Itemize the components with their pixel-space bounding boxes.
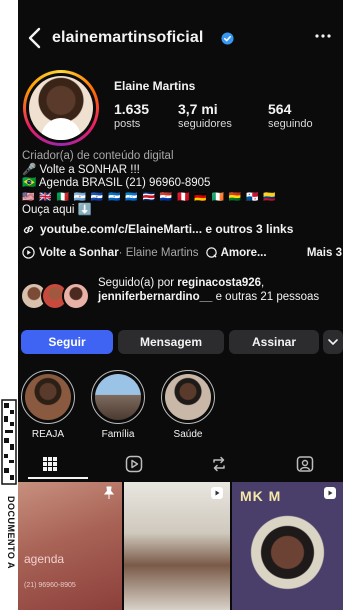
watermark-text: DOCUMENTO A [6,496,16,569]
stat-following-value: 564 [268,101,292,117]
verified-badge-icon [221,32,234,45]
reels-icon [211,487,223,499]
highlight-label: Família [101,429,135,440]
highlight-label: REAJA [31,429,65,440]
post-overlay-phone: (21) 96960-8905 [24,582,76,589]
followed-by-text: Seguido(a) por reginacosta926, jenniferb… [98,276,338,304]
top-bar: elainemartinsoficial [18,22,343,54]
bio-link[interactable]: youtube.com/c/ElaineMarti... e outros 3 … [22,222,293,236]
highlight-cover [25,374,71,420]
followed-prefix: Seguido(a) por [98,277,178,289]
highlight-label: Saúde [173,429,203,440]
qr-code-icon [1,399,17,485]
stat-followers-label: seguidores [178,118,232,130]
stat-followers[interactable]: 3,7 mi seguidores [178,101,232,130]
chevron-left-icon[interactable] [24,25,48,51]
profile-name: Elaine Martins [114,79,196,93]
profile-tabs [18,448,343,480]
grid-icon[interactable] [40,454,60,474]
message-button[interactable]: Mensagem [118,330,224,354]
stat-followers-value: 3,7 mi [178,101,218,117]
threads-icon [205,247,217,258]
highlight-ring [91,370,145,424]
stat-posts[interactable]: 1.635 posts [114,101,149,130]
chevron-down-icon [328,339,338,346]
avatar-story-ring[interactable] [23,70,99,146]
chip-amore[interactable]: Amore... [221,247,267,259]
bio-link-extra: e outros 3 links [202,222,294,236]
follower-username[interactable]: reginacosta926 [177,277,261,289]
highlight-cover [165,374,211,420]
bio-link-text: youtube.com/c/ElaineMarti... [40,222,203,236]
highlight-familia[interactable]: Família [90,370,146,440]
avatar [26,73,96,143]
follower-username[interactable]: jenniferbernardino__ [98,291,212,303]
chip-volte-a-sonhar[interactable]: Volte a Sonhar [39,247,119,259]
followed-sep: , [261,277,265,289]
bio-flags: 🇺🇸 🇬🇧 🇮🇹 🇦🇷 🇸🇻 🇳🇮 🇭🇳 🇨🇷 🇵🇾 🇵🇪 🇩🇪 🇮🇪 🇧🇴 🇵… [22,191,277,203]
play-circle-icon [22,246,35,259]
highlight-ring [21,370,75,424]
profile-screen: elainemartinsoficial Elaine Martins 1.63… [18,0,343,610]
post-thumbnail[interactable]: MK M [232,482,343,610]
post-overlay-text: MK M [240,488,282,504]
suggestions-dropdown-button[interactable] [323,330,343,354]
highlight-ring [161,370,215,424]
post-thumbnail[interactable]: agenda (21) 96960-8905 [18,482,122,610]
highlight-saude[interactable]: Saúde [160,370,216,440]
tagged-icon[interactable] [295,454,315,474]
pin-icon [103,486,115,499]
stat-posts-value: 1.635 [114,101,150,117]
reels-icon[interactable] [124,454,144,474]
active-tab-indicator [28,477,88,479]
post-thumbnail[interactable] [124,482,230,610]
featured-chips: Volte a Sonhar · Elaine Martins Amore...… [22,246,342,259]
followed-by[interactable]: Seguido(a) por reginacosta926, jenniferb… [20,272,338,320]
follower-avatar [62,282,90,310]
bio: Criador(a) de conteúdo digital 🎤 Volte a… [22,150,340,218]
subscribe-button[interactable]: Assinar [229,330,319,354]
chip-more[interactable]: Mais 3 [307,247,342,259]
ellipsis-icon[interactable] [313,28,333,44]
highlight-cover [95,374,141,420]
document-watermark-strip: DOCUMENTO A [0,396,18,610]
posts-grid: agenda (21) 96960-8905 MK M [18,482,343,610]
reposts-icon[interactable] [209,454,229,474]
stat-posts-label: posts [114,118,141,130]
post-overlay-text: agenda [24,552,65,566]
followed-suffix: e outras 21 pessoas [212,291,320,303]
reels-icon [324,487,336,499]
stat-following[interactable]: 564 seguindo [268,101,313,130]
bio-line: 🎤 Volte a SONHAR !!! [22,163,140,176]
follow-button[interactable]: Seguir [21,330,113,354]
bio-category: Criador(a) de conteúdo digital [22,150,174,162]
bio-line: Ouça aqui ⬇️ [22,204,92,216]
chip-subtitle: · Elaine Martins [118,246,199,259]
bio-line: 🇧🇷 Agenda BRASIL (21) 96960-8905 [22,177,211,189]
avatar-photo [29,76,93,140]
highlight-reaja[interactable]: REAJA [20,370,76,440]
link-icon [23,225,34,233]
stat-following-label: seguindo [268,118,313,130]
profile-username: elainemartinsoficial [52,29,204,46]
